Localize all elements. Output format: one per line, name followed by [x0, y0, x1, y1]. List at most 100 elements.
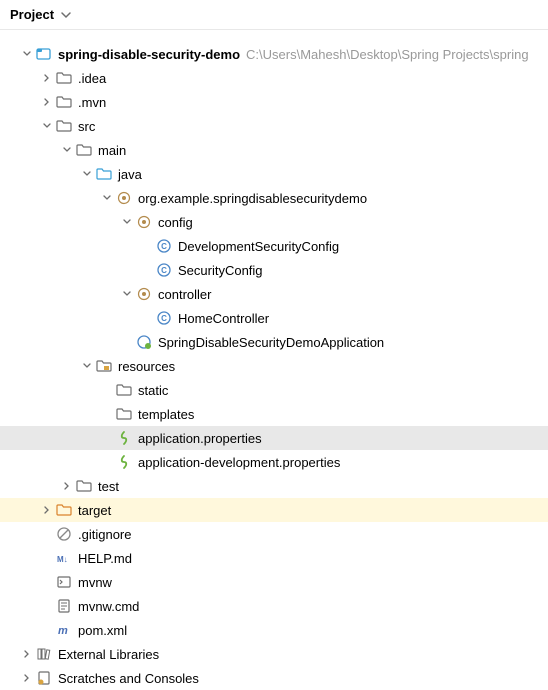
tree-row[interactable]: application.properties — [0, 426, 548, 450]
tree-row[interactable]: .mvn — [0, 90, 548, 114]
tree-item-label: pom.xml — [78, 623, 127, 638]
chevron-down-icon[interactable] — [80, 167, 94, 181]
tree-row[interactable]: test — [0, 474, 548, 498]
folder-icon — [116, 406, 132, 422]
tree-item-label: DevelopmentSecurityConfig — [178, 239, 339, 254]
scratch-icon — [36, 670, 52, 686]
res-folder-icon — [96, 358, 112, 374]
tree-row[interactable]: target — [0, 498, 548, 522]
tree-row[interactable]: templates — [0, 402, 548, 426]
tree-item-label: java — [118, 167, 142, 182]
libs-icon — [36, 646, 52, 662]
chevron-down-icon[interactable] — [120, 215, 134, 229]
tree-row[interactable]: config — [0, 210, 548, 234]
gitignore-icon — [56, 526, 72, 542]
project-title: Project — [10, 7, 54, 22]
markdown-icon: M↓ — [56, 550, 72, 566]
tree-row[interactable]: java — [0, 162, 548, 186]
tree-item-label: mvnw.cmd — [78, 599, 139, 614]
src-folder-icon — [96, 166, 112, 182]
chevron-down-icon[interactable] — [80, 359, 94, 373]
tree-item-label: controller — [158, 287, 211, 302]
tree-row[interactable]: .idea — [0, 66, 548, 90]
folder-icon — [56, 118, 72, 134]
folder-icon — [56, 70, 72, 86]
class-icon: C — [156, 262, 172, 278]
tree-row[interactable]: resources — [0, 354, 548, 378]
svg-text:C: C — [161, 266, 167, 275]
chevron-down-icon[interactable] — [20, 47, 34, 61]
tree-row[interactable]: controller — [0, 282, 548, 306]
tree-item-label: HELP.md — [78, 551, 132, 566]
tree-row[interactable]: M↓ HELP.md — [0, 546, 548, 570]
svg-text:C: C — [161, 314, 167, 323]
tree-item-label: org.example.springdisablesecuritydemo — [138, 191, 367, 206]
tree-item-label: SecurityConfig — [178, 263, 263, 278]
chevron-right-icon[interactable] — [40, 503, 54, 517]
tree-item-label: SpringDisableSecurityDemoApplication — [158, 335, 384, 350]
tree-row[interactable]: C SecurityConfig — [0, 258, 548, 282]
maven-icon: m — [56, 622, 72, 638]
tree-row[interactable]: m pom.xml — [0, 618, 548, 642]
target-folder-icon — [56, 502, 72, 518]
shell-icon — [56, 574, 72, 590]
tree-item-label: spring-disable-security-demo — [58, 47, 240, 62]
chevron-right-icon[interactable] — [40, 95, 54, 109]
chevron-right-icon[interactable] — [60, 479, 74, 493]
svg-text:m: m — [58, 625, 68, 637]
project-tree: spring-disable-security-demo C:\Users\Mah… — [0, 30, 548, 690]
chevron-down-icon[interactable] — [100, 191, 114, 205]
tree-row[interactable]: src — [0, 114, 548, 138]
tree-row[interactable]: main — [0, 138, 548, 162]
tree-item-label: main — [98, 143, 126, 158]
path-hint: C:\Users\Mahesh\Desktop\Spring Projects\… — [246, 47, 529, 62]
tree-item-label: application.properties — [138, 431, 262, 446]
folder-icon — [116, 382, 132, 398]
svg-text:M↓: M↓ — [57, 555, 68, 564]
package-icon — [136, 286, 152, 302]
tree-row[interactable]: org.example.springdisablesecuritydemo — [0, 186, 548, 210]
project-tool-header[interactable]: Project — [0, 0, 548, 30]
tree-item-label: resources — [118, 359, 175, 374]
tree-item-label: config — [158, 215, 193, 230]
folder-icon — [76, 142, 92, 158]
tree-row[interactable]: spring-disable-security-demo C:\Users\Mah… — [0, 42, 548, 66]
svg-text:C: C — [161, 242, 167, 251]
folder-icon — [56, 94, 72, 110]
tree-item-label: src — [78, 119, 95, 134]
tree-row[interactable]: application-development.properties — [0, 450, 548, 474]
package-icon — [136, 214, 152, 230]
tree-item-label: .mvn — [78, 95, 106, 110]
tree-row[interactable]: C HomeController — [0, 306, 548, 330]
tree-row[interactable]: External Libraries — [0, 642, 548, 666]
tree-item-label: static — [138, 383, 168, 398]
props-icon — [116, 430, 132, 446]
tree-row[interactable]: C DevelopmentSecurityConfig — [0, 234, 548, 258]
tree-row[interactable]: mvnw.cmd — [0, 594, 548, 618]
chevron-down-icon[interactable] — [40, 119, 54, 133]
tree-row[interactable]: .gitignore — [0, 522, 548, 546]
tree-item-label: .idea — [78, 71, 106, 86]
tree-row[interactable]: Scratches and Consoles — [0, 666, 548, 690]
tree-item-label: templates — [138, 407, 194, 422]
chevron-down-icon — [58, 7, 74, 23]
tree-row[interactable]: SpringDisableSecurityDemoApplication — [0, 330, 548, 354]
chevron-right-icon[interactable] — [20, 647, 34, 661]
tree-item-label: Scratches and Consoles — [58, 671, 199, 686]
tree-row[interactable]: mvnw — [0, 570, 548, 594]
tree-item-label: application-development.properties — [138, 455, 340, 470]
chevron-down-icon[interactable] — [120, 287, 134, 301]
text-icon — [56, 598, 72, 614]
tree-item-label: test — [98, 479, 119, 494]
package-icon — [116, 190, 132, 206]
class-icon: C — [156, 310, 172, 326]
tree-item-label: External Libraries — [58, 647, 159, 662]
chevron-down-icon[interactable] — [60, 143, 74, 157]
chevron-right-icon[interactable] — [40, 71, 54, 85]
folder-icon — [76, 478, 92, 494]
tree-item-label: HomeController — [178, 311, 269, 326]
props-icon — [116, 454, 132, 470]
chevron-right-icon[interactable] — [20, 671, 34, 685]
tree-item-label: mvnw — [78, 575, 112, 590]
tree-row[interactable]: static — [0, 378, 548, 402]
